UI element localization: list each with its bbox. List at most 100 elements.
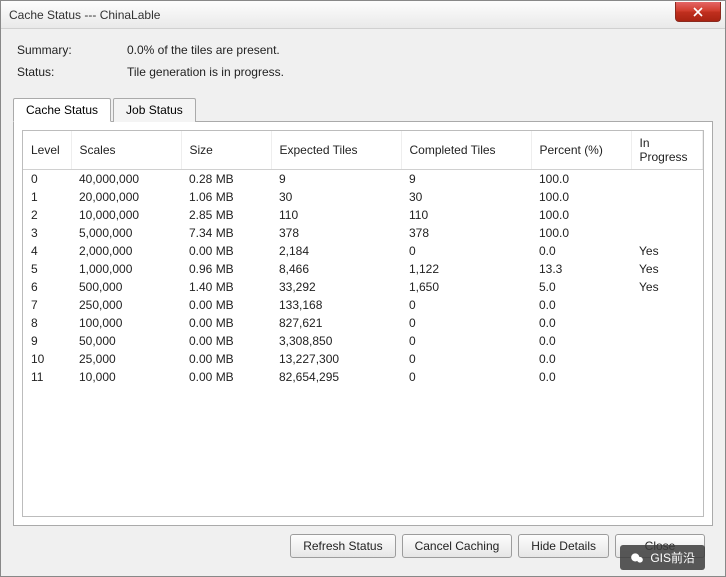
cell-completed: 1,122 (401, 260, 531, 278)
cell-percent: 100.0 (531, 206, 631, 224)
cell-level: 5 (23, 260, 71, 278)
cell-expected: 827,621 (271, 314, 401, 332)
cell-percent: 0.0 (531, 296, 631, 314)
cell-completed: 30 (401, 188, 531, 206)
cell-expected: 133,168 (271, 296, 401, 314)
cell-percent: 0.0 (531, 332, 631, 350)
table-row[interactable]: 950,0000.00 MB3,308,85000.0 (23, 332, 703, 350)
cell-scales: 250,000 (71, 296, 181, 314)
cell-scales: 100,000 (71, 314, 181, 332)
cell-size: 0.96 MB (181, 260, 271, 278)
cell-completed: 0 (401, 368, 531, 386)
table-row[interactable]: 210,000,0002.85 MB110110100.0 (23, 206, 703, 224)
tab-cache-status[interactable]: Cache Status (13, 98, 111, 122)
col-in-progress[interactable]: In Progress (631, 131, 703, 170)
status-row: Status: Tile generation is in progress. (17, 65, 709, 79)
summary-row: Summary: 0.0% of the tiles are present. (17, 43, 709, 57)
cell-completed: 0 (401, 296, 531, 314)
col-size[interactable]: Size (181, 131, 271, 170)
cell-size: 0.00 MB (181, 314, 271, 332)
refresh-status-button[interactable]: Refresh Status (290, 534, 395, 558)
cell-expected: 33,292 (271, 278, 401, 296)
cell-level: 0 (23, 170, 71, 189)
cell-size: 1.06 MB (181, 188, 271, 206)
col-percent[interactable]: Percent (%) (531, 131, 631, 170)
cell-percent: 0.0 (531, 368, 631, 386)
cell-level: 6 (23, 278, 71, 296)
table-row[interactable]: 42,000,0000.00 MB2,18400.0Yes (23, 242, 703, 260)
table-row[interactable]: 1110,0000.00 MB82,654,29500.0 (23, 368, 703, 386)
summary-value: 0.0% of the tiles are present. (127, 43, 280, 57)
cell-size: 2.85 MB (181, 206, 271, 224)
col-scales[interactable]: Scales (71, 131, 181, 170)
cell-size: 0.00 MB (181, 296, 271, 314)
tab-job-status[interactable]: Job Status (113, 98, 196, 122)
window-title: Cache Status --- ChinaLable (9, 8, 160, 22)
cell-percent: 0.0 (531, 350, 631, 368)
tab-panel-cache-status: Level Scales Size Expected Tiles Complet… (13, 121, 713, 526)
cell-size: 7.34 MB (181, 224, 271, 242)
table-row[interactable]: 6500,0001.40 MB33,2921,6505.0Yes (23, 278, 703, 296)
cache-table-container: Level Scales Size Expected Tiles Complet… (22, 130, 704, 517)
cell-size: 0.00 MB (181, 242, 271, 260)
cell-expected: 2,184 (271, 242, 401, 260)
cell-completed: 0 (401, 314, 531, 332)
cell-completed: 0 (401, 332, 531, 350)
col-level[interactable]: Level (23, 131, 71, 170)
cell-scales: 5,000,000 (71, 224, 181, 242)
summary-block: Summary: 0.0% of the tiles are present. … (13, 39, 713, 97)
tab-area: Cache Status Job Status Level Scales Siz… (13, 97, 713, 526)
cell-in_progress (631, 206, 703, 224)
table-header-row: Level Scales Size Expected Tiles Complet… (23, 131, 703, 170)
cell-completed: 0 (401, 242, 531, 260)
cell-percent: 0.0 (531, 242, 631, 260)
cancel-caching-button[interactable]: Cancel Caching (402, 534, 513, 558)
cell-scales: 50,000 (71, 332, 181, 350)
cell-completed: 1,650 (401, 278, 531, 296)
cell-expected: 3,308,850 (271, 332, 401, 350)
cell-level: 1 (23, 188, 71, 206)
cell-completed: 110 (401, 206, 531, 224)
cell-expected: 30 (271, 188, 401, 206)
cell-in_progress: Yes (631, 242, 703, 260)
table-row[interactable]: 7250,0000.00 MB133,16800.0 (23, 296, 703, 314)
cell-expected: 9 (271, 170, 401, 189)
cache-table: Level Scales Size Expected Tiles Complet… (23, 131, 703, 386)
button-row: Refresh Status Cancel Caching Hide Detai… (13, 526, 713, 566)
table-row[interactable]: 040,000,0000.28 MB99100.0 (23, 170, 703, 189)
table-row[interactable]: 8100,0000.00 MB827,62100.0 (23, 314, 703, 332)
cell-in_progress (631, 314, 703, 332)
cell-in_progress (631, 332, 703, 350)
cell-level: 4 (23, 242, 71, 260)
cell-size: 0.28 MB (181, 170, 271, 189)
hide-details-button[interactable]: Hide Details (518, 534, 609, 558)
summary-label: Summary: (17, 43, 127, 57)
cell-completed: 378 (401, 224, 531, 242)
col-expected[interactable]: Expected Tiles (271, 131, 401, 170)
table-row[interactable]: 1025,0000.00 MB13,227,30000.0 (23, 350, 703, 368)
dialog-window: Cache Status --- ChinaLable Summary: 0.0… (0, 0, 726, 577)
cell-level: 7 (23, 296, 71, 314)
window-close-button[interactable] (675, 2, 721, 22)
cell-in_progress (631, 224, 703, 242)
cell-completed: 9 (401, 170, 531, 189)
cell-scales: 25,000 (71, 350, 181, 368)
cell-percent: 0.0 (531, 314, 631, 332)
titlebar: Cache Status --- ChinaLable (1, 1, 725, 29)
cell-scales: 2,000,000 (71, 242, 181, 260)
cell-percent: 13.3 (531, 260, 631, 278)
table-row[interactable]: 51,000,0000.96 MB8,4661,12213.3Yes (23, 260, 703, 278)
col-completed[interactable]: Completed Tiles (401, 131, 531, 170)
tab-header: Cache Status Job Status (13, 97, 713, 121)
table-row[interactable]: 120,000,0001.06 MB3030100.0 (23, 188, 703, 206)
cell-expected: 8,466 (271, 260, 401, 278)
cell-completed: 0 (401, 350, 531, 368)
cell-level: 9 (23, 332, 71, 350)
cell-level: 8 (23, 314, 71, 332)
cell-size: 1.40 MB (181, 278, 271, 296)
close-button[interactable]: Close (615, 534, 705, 558)
table-row[interactable]: 35,000,0007.34 MB378378100.0 (23, 224, 703, 242)
cell-expected: 378 (271, 224, 401, 242)
cell-size: 0.00 MB (181, 332, 271, 350)
cell-scales: 10,000 (71, 368, 181, 386)
